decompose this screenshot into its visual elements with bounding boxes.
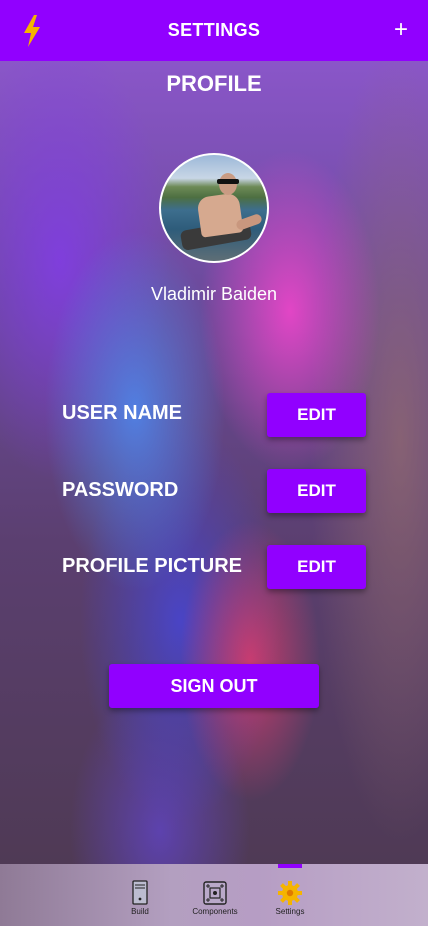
circuit-board-icon [203, 881, 227, 905]
edit-profile-picture-button[interactable]: EDIT [267, 545, 366, 589]
gear-icon [278, 881, 302, 905]
edit-password-button[interactable]: EDIT [267, 469, 366, 513]
nav-item-build[interactable]: Build [110, 880, 170, 916]
top-app-bar: SETTINGS + [0, 0, 428, 61]
nav-item-components[interactable]: Components [185, 880, 245, 916]
password-label: PASSWORD [62, 479, 179, 501]
nav-label-components: Components [192, 907, 238, 916]
sign-out-button[interactable]: SIGN OUT [109, 664, 319, 708]
profile-heading: PROFILE [166, 71, 262, 96]
profile-picture-label: PROFILE PICTURE [62, 555, 243, 577]
lightning-bolt-icon[interactable] [21, 15, 43, 47]
nav-label-build: Build [131, 907, 149, 916]
avatar [159, 153, 269, 263]
active-tab-indicator [278, 864, 302, 868]
computer-tower-icon [132, 880, 148, 905]
plus-icon[interactable]: + [394, 16, 408, 44]
nav-label-settings: Settings [275, 907, 305, 916]
user-name-label: USER NAME [62, 402, 183, 424]
bottom-navigation: Build Components Settings [0, 864, 428, 926]
nav-item-settings[interactable]: Settings [260, 880, 320, 916]
edit-user-name-button[interactable]: EDIT [267, 393, 366, 437]
profile-display-name: Vladimir Baiden [150, 284, 278, 304]
page-title: SETTINGS [167, 20, 261, 40]
